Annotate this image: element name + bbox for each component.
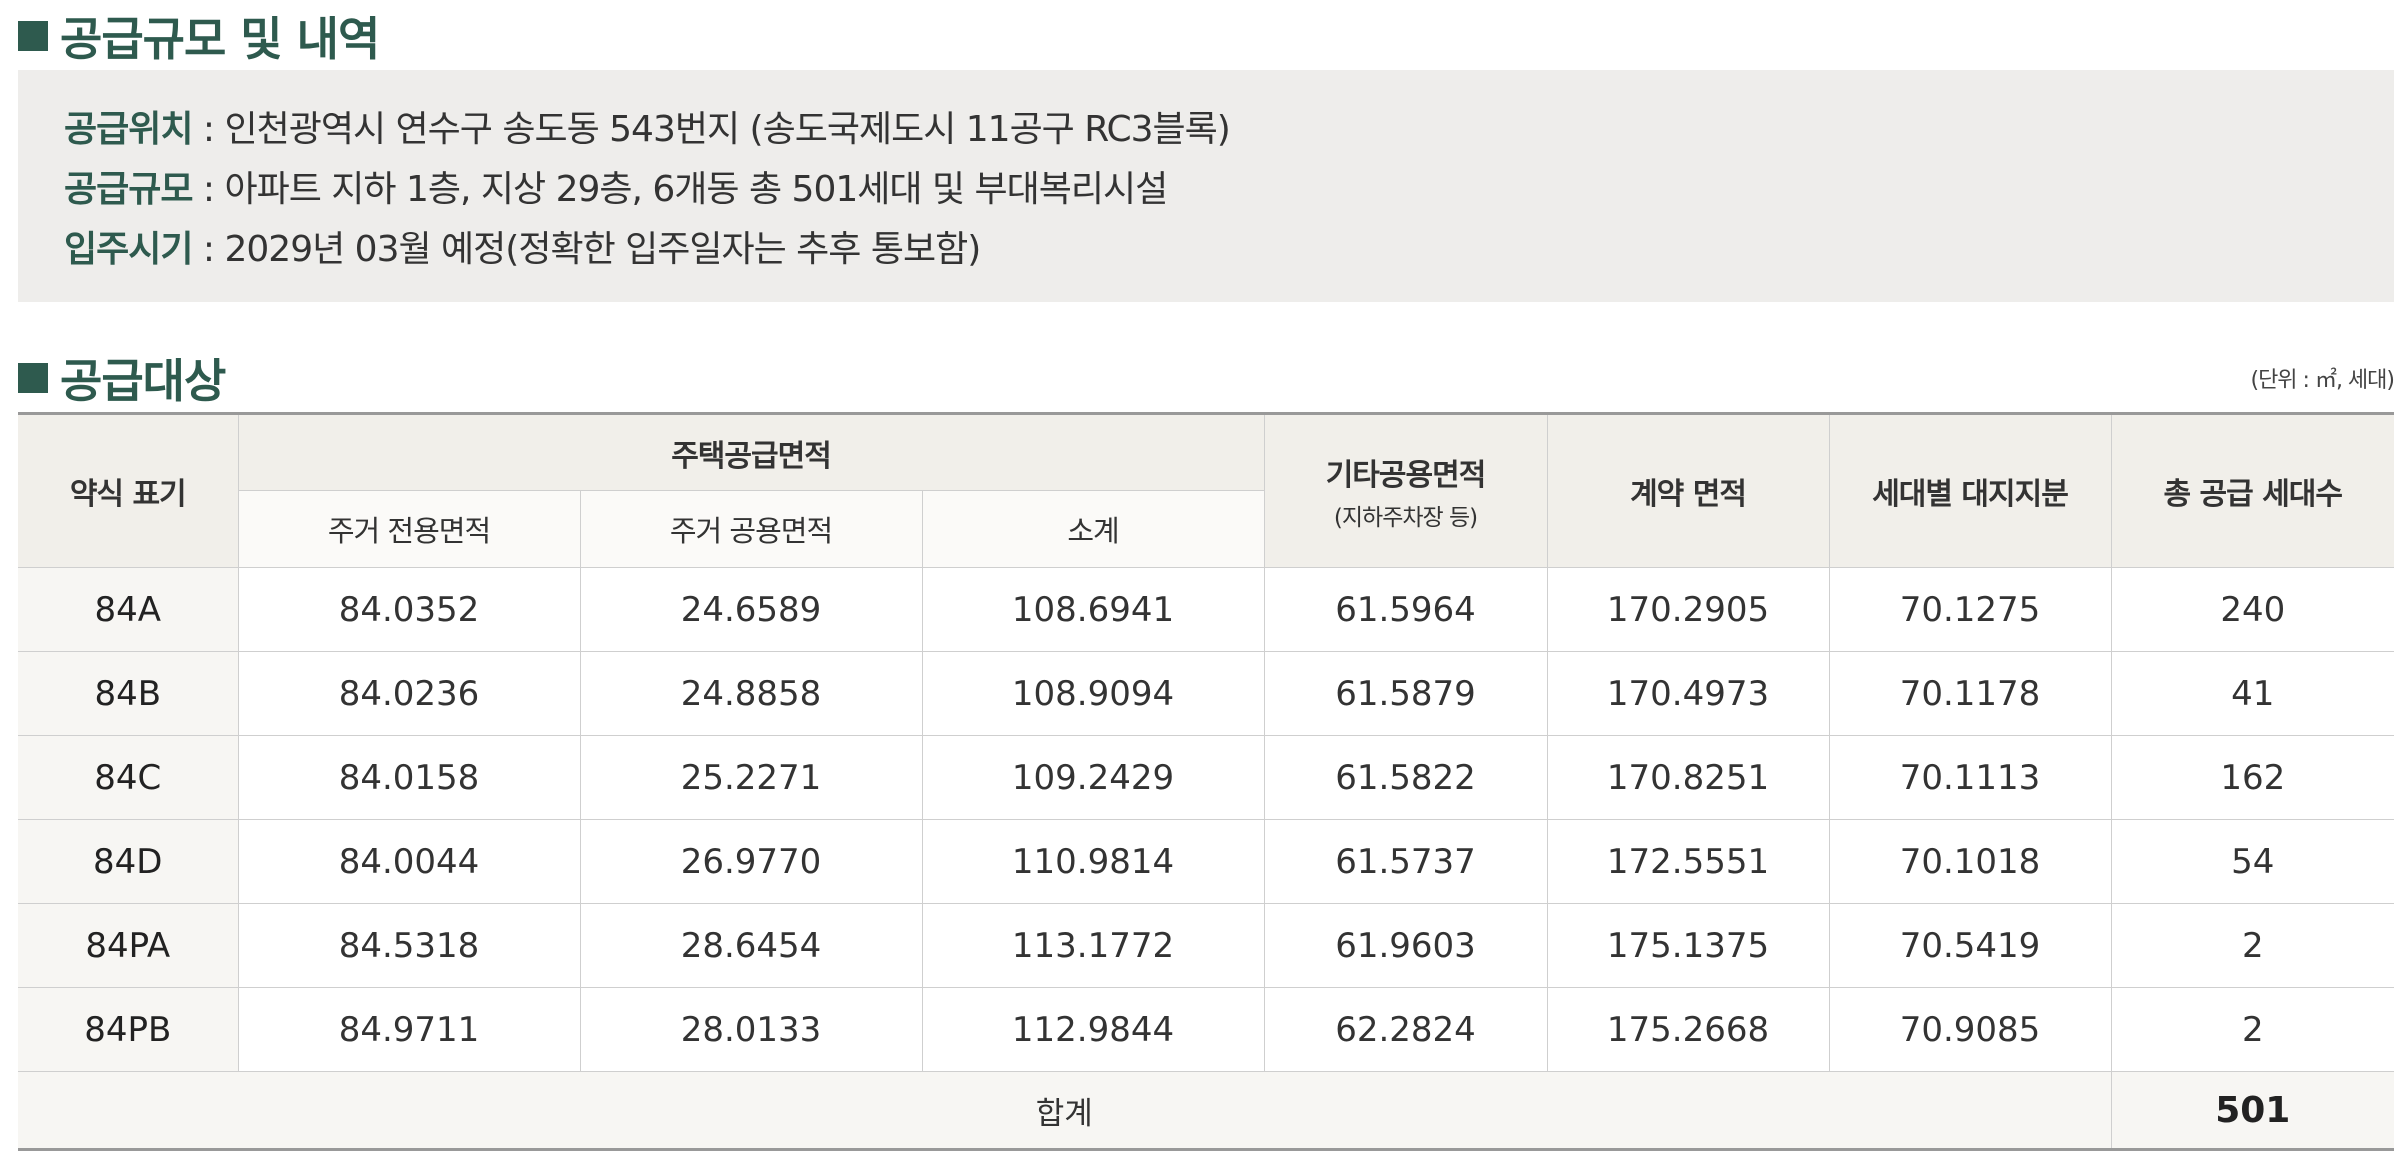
cell-exclusive: 84.9711 [237, 987, 581, 1072]
cell-other-common: 61.5879 [1263, 651, 1548, 736]
cell-common: 24.8858 [579, 651, 923, 736]
info-label: 공급규모 [64, 169, 193, 210]
cell-households: 2 [2110, 987, 2395, 1072]
cell-common: 25.2271 [579, 735, 923, 820]
header-other-common-label: 기타공용면적 [1325, 458, 1487, 493]
info-value: 2029년 03월 예정(정확한 입주일자는 추후 통보함) [224, 229, 982, 270]
cell-other-common: 61.9603 [1263, 903, 1548, 988]
cell-common: 28.6454 [579, 903, 923, 988]
table-total-row: 합계 501 [18, 1071, 2395, 1151]
table-row: 84C 84.0158 25.2271 109.2429 61.5822 170… [18, 735, 2395, 820]
cell-households: 54 [2110, 819, 2395, 904]
table-row: 84PB 84.9711 28.0133 112.9844 62.2824 17… [18, 987, 2395, 1072]
cell-contract: 175.2668 [1546, 987, 1830, 1072]
header-type: 약식 표기 [18, 412, 239, 568]
cell-other-common: 61.5964 [1263, 567, 1548, 652]
header-other-common-note: (지하주차장 등) [1333, 505, 1478, 531]
cell-contract: 172.5551 [1546, 819, 1830, 904]
header-land-share: 세대별 대지지분 [1828, 412, 2112, 568]
header-other-common: 기타공용면적 (지하주차장 등) [1263, 412, 1548, 568]
cell-other-common: 61.5737 [1263, 819, 1548, 904]
cell-other-common: 62.2824 [1263, 987, 1548, 1072]
cell-land-share: 70.9085 [1828, 987, 2112, 1072]
info-line-location: 공급위치 : 인천광역시 연수구 송도동 543번지 (송도국제도시 11공구 … [64, 100, 2394, 160]
info-value: 아파트 지하 1층, 지상 29층, 6개동 총 501세대 및 부대복리시설 [224, 169, 1169, 210]
cell-exclusive: 84.5318 [237, 903, 581, 988]
header-contract: 계약 면적 [1546, 412, 1830, 568]
section-title-text: 공급대상 [60, 354, 226, 408]
section-title-supply-target: 공급대상 [18, 350, 226, 408]
cell-type: 84B [18, 651, 239, 736]
supply-info-box: 공급위치 : 인천광역시 연수구 송도동 543번지 (송도국제도시 11공구 … [18, 70, 2394, 302]
header-subtotal: 소계 [921, 490, 1265, 568]
cell-households: 41 [2110, 651, 2395, 736]
cell-other-common: 61.5822 [1263, 735, 1548, 820]
cell-exclusive: 84.0158 [237, 735, 581, 820]
cell-type: 84PB [18, 987, 239, 1072]
total-label: 합계 [18, 1071, 2112, 1151]
info-label: 입주시기 [64, 229, 193, 270]
cell-common: 26.9770 [579, 819, 923, 904]
cell-contract: 175.1375 [1546, 903, 1830, 988]
cell-exclusive: 84.0044 [237, 819, 581, 904]
cell-subtotal: 108.9094 [921, 651, 1265, 736]
cell-households: 240 [2110, 567, 2395, 652]
unit-note: (단위 : ㎡, 세대) [2250, 368, 2395, 393]
header-common: 주거 공용면적 [579, 490, 923, 568]
table-row: 84A 84.0352 24.6589 108.6941 61.5964 170… [18, 567, 2395, 652]
cell-exclusive: 84.0236 [237, 651, 581, 736]
info-separator: : [192, 229, 225, 270]
cell-land-share: 70.1113 [1828, 735, 2112, 820]
section-title-text: 공급규모 및 내역 [60, 12, 380, 66]
cell-contract: 170.4973 [1546, 651, 1830, 736]
info-line-scale: 공급규모 : 아파트 지하 1층, 지상 29층, 6개동 총 501세대 및 … [64, 160, 2394, 220]
table-header-row: 약식 표기 주택공급면적 기타공용면적 (지하주차장 등) 계약 면적 세대별 … [18, 412, 2395, 568]
table-row: 84PA 84.5318 28.6454 113.1772 61.9603 17… [18, 903, 2395, 988]
info-label: 공급위치 [64, 109, 193, 150]
cell-subtotal: 113.1772 [921, 903, 1265, 988]
cell-land-share: 70.1275 [1828, 567, 2112, 652]
table-row: 84B 84.0236 24.8858 108.9094 61.5879 170… [18, 651, 2395, 736]
cell-common: 28.0133 [579, 987, 923, 1072]
info-separator: : [192, 169, 225, 210]
header-housing-area: 주택공급면적 [237, 412, 1265, 491]
total-households: 501 [2110, 1071, 2395, 1151]
table-row: 84D 84.0044 26.9770 110.9814 61.5737 172… [18, 819, 2395, 904]
cell-type: 84A [18, 567, 239, 652]
info-line-move-in: 입주시기 : 2029년 03월 예정(정확한 입주일자는 추후 통보함) [64, 220, 2394, 280]
cell-subtotal: 108.6941 [921, 567, 1265, 652]
cell-land-share: 70.1018 [1828, 819, 2112, 904]
cell-exclusive: 84.0352 [237, 567, 581, 652]
header-households: 총 공급 세대수 [2110, 412, 2395, 568]
info-value: 인천광역시 연수구 송도동 543번지 (송도국제도시 11공구 RC3블록) [224, 109, 1231, 150]
cell-type: 84C [18, 735, 239, 820]
cell-subtotal: 112.9844 [921, 987, 1265, 1072]
square-bullet-icon [18, 21, 48, 51]
square-bullet-icon [18, 363, 48, 393]
cell-households: 162 [2110, 735, 2395, 820]
cell-land-share: 70.5419 [1828, 903, 2112, 988]
cell-subtotal: 109.2429 [921, 735, 1265, 820]
section-title-supply-scale: 공급규모 및 내역 [18, 8, 380, 66]
cell-households: 2 [2110, 903, 2395, 988]
cell-contract: 170.8251 [1546, 735, 1830, 820]
cell-type: 84D [18, 819, 239, 904]
cell-contract: 170.2905 [1546, 567, 1830, 652]
cell-common: 24.6589 [579, 567, 923, 652]
cell-land-share: 70.1178 [1828, 651, 2112, 736]
cell-type: 84PA [18, 903, 239, 988]
cell-subtotal: 110.9814 [921, 819, 1265, 904]
header-exclusive: 주거 전용면적 [238, 490, 581, 568]
info-separator: : [192, 109, 225, 150]
supply-table: 약식 표기 주택공급면적 기타공용면적 (지하주차장 등) 계약 면적 세대별 … [18, 412, 2395, 1151]
